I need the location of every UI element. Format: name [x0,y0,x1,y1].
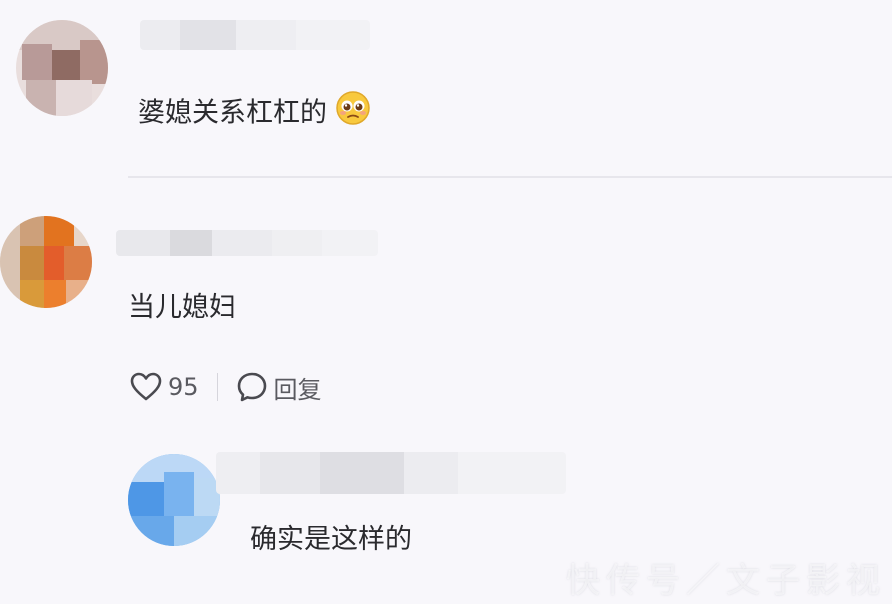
like-button[interactable]: 95 [130,372,199,402]
reply-button[interactable]: 回复 [236,370,322,405]
divider [128,176,892,178]
comment-text: 当儿媳妇 [128,292,236,323]
comment-actions: 95 回复 [130,367,322,407]
comment-text-label: 婆媳关系杠杠的 [138,97,327,129]
username-blurred[interactable] [140,20,370,50]
divider [216,373,218,401]
reply-label: 回复 [273,375,322,404]
watermark: 快传号／文子影视 [566,561,886,601]
comment-text: 婆媳关系杠杠的 [138,90,371,138]
like-count: 95 [168,373,199,401]
pleading-face-emoji-icon [335,90,371,138]
avatar[interactable] [128,454,220,546]
heart-outline-icon [130,372,162,402]
avatar[interactable] [0,216,92,308]
username-blurred[interactable] [216,452,566,494]
speech-bubble-icon [236,371,268,403]
username-blurred[interactable] [116,230,378,256]
comment-text: 确实是这样的 [250,524,412,555]
avatar[interactable] [16,20,108,116]
